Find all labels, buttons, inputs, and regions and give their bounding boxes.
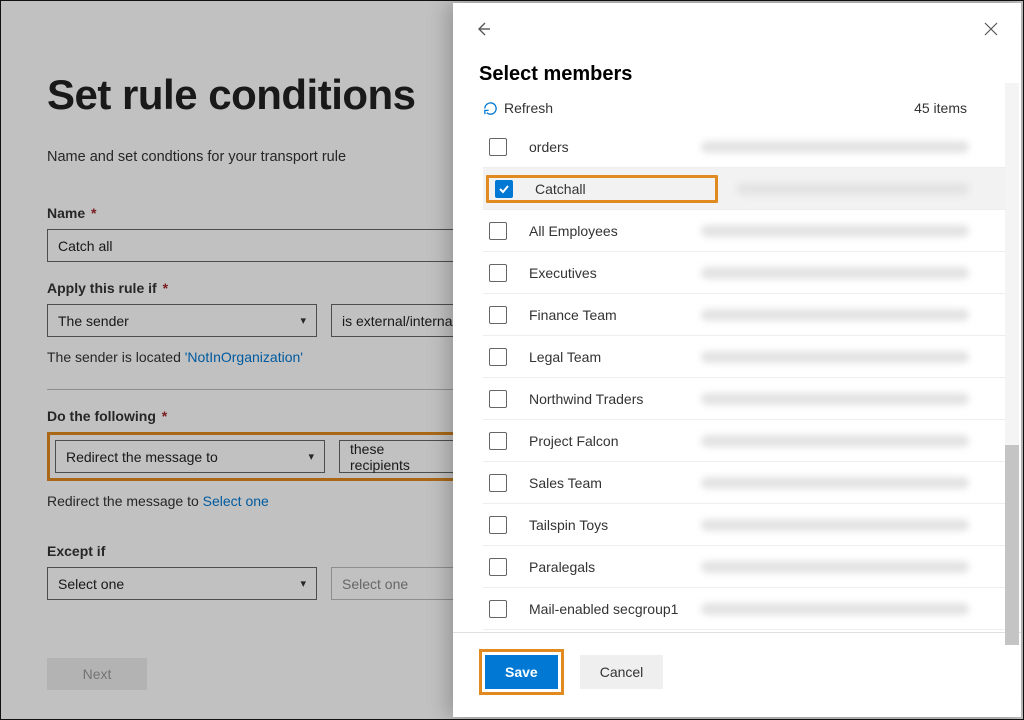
divider bbox=[47, 389, 457, 390]
except-subject-dropdown[interactable]: Select one▾ bbox=[47, 567, 317, 600]
checkbox[interactable] bbox=[489, 390, 507, 408]
member-row[interactable]: All Employees bbox=[483, 210, 1007, 252]
member-address-redacted bbox=[701, 519, 969, 531]
member-row[interactable]: Project Falcon bbox=[483, 420, 1007, 462]
checkbox[interactable] bbox=[489, 516, 507, 534]
refresh-icon bbox=[483, 101, 498, 116]
refresh-button[interactable]: Refresh bbox=[483, 100, 553, 116]
member-name: Paralegals bbox=[529, 559, 679, 575]
select-members-panel: Select members Refresh 45 items orders Ca… bbox=[453, 3, 1021, 717]
member-row[interactable]: Northwind Traders bbox=[483, 378, 1007, 420]
checkbox[interactable] bbox=[489, 222, 507, 240]
save-highlight: Save bbox=[479, 649, 564, 695]
member-address-redacted bbox=[701, 477, 969, 489]
member-address-redacted bbox=[701, 393, 969, 405]
chevron-down-icon: ▾ bbox=[308, 450, 314, 463]
member-name: orders bbox=[529, 139, 679, 155]
do-following-highlight: Redirect the message to▾ these recipient… bbox=[47, 432, 467, 481]
action-dropdown[interactable]: Redirect the message to▾ bbox=[55, 440, 325, 473]
member-address-redacted bbox=[701, 225, 969, 237]
apply-hint-value[interactable]: 'NotInOrganization' bbox=[185, 349, 303, 365]
member-address-redacted bbox=[701, 309, 969, 321]
checkbox[interactable] bbox=[489, 432, 507, 450]
checkbox[interactable] bbox=[489, 600, 507, 618]
member-row[interactable]: orders bbox=[483, 126, 1007, 168]
member-row[interactable]: Tailspin Toys bbox=[483, 504, 1007, 546]
selected-highlight: Catchall bbox=[486, 175, 718, 203]
checkbox[interactable] bbox=[495, 180, 513, 198]
action-target-dropdown[interactable]: these recipients bbox=[339, 440, 459, 473]
checkbox[interactable] bbox=[489, 558, 507, 576]
member-name: Northwind Traders bbox=[529, 391, 679, 407]
chevron-down-icon: ▾ bbox=[300, 314, 306, 327]
member-name: Project Falcon bbox=[529, 433, 679, 449]
member-address-redacted bbox=[701, 435, 969, 447]
member-row[interactable]: Catchall bbox=[483, 168, 1007, 210]
member-name: Finance Team bbox=[529, 307, 679, 323]
member-name: Sales Team bbox=[529, 475, 679, 491]
cancel-button[interactable]: Cancel bbox=[580, 655, 664, 689]
apply-condition-subject[interactable]: The sender▾ bbox=[47, 304, 317, 337]
member-address-redacted bbox=[701, 267, 969, 279]
member-list: orders Catchall All Employees Executives Fin… bbox=[453, 126, 1021, 632]
item-count: 45 items bbox=[914, 100, 967, 116]
scrollbar-thumb[interactable] bbox=[1005, 445, 1019, 645]
checkbox[interactable] bbox=[489, 474, 507, 492]
scrollbar[interactable] bbox=[1005, 83, 1019, 645]
select-one-link[interactable]: Select one bbox=[203, 493, 269, 509]
member-row[interactable]: Legal Team bbox=[483, 336, 1007, 378]
rule-name-input[interactable] bbox=[47, 229, 457, 262]
member-row[interactable]: Sales Team bbox=[483, 462, 1007, 504]
member-name: Catchall bbox=[535, 181, 685, 197]
close-icon[interactable] bbox=[979, 17, 1003, 41]
chevron-down-icon: ▾ bbox=[300, 577, 306, 590]
member-address-redacted bbox=[701, 141, 969, 153]
checkbox[interactable] bbox=[489, 348, 507, 366]
save-button[interactable]: Save bbox=[485, 655, 558, 689]
member-address-redacted bbox=[701, 561, 969, 573]
back-icon[interactable] bbox=[471, 17, 495, 41]
member-name: Tailspin Toys bbox=[529, 517, 679, 533]
checkbox[interactable] bbox=[489, 306, 507, 324]
member-row[interactable]: Paralegals bbox=[483, 546, 1007, 588]
member-row[interactable]: Finance Team bbox=[483, 294, 1007, 336]
member-name: Legal Team bbox=[529, 349, 679, 365]
member-address-redacted bbox=[701, 351, 969, 363]
member-address-redacted bbox=[701, 603, 969, 615]
checkbox[interactable] bbox=[489, 138, 507, 156]
member-name: Mail-enabled secgroup1 bbox=[529, 601, 679, 617]
member-address-redacted bbox=[737, 183, 969, 195]
member-name: Executives bbox=[529, 265, 679, 281]
member-name: All Employees bbox=[529, 223, 679, 239]
member-row[interactable]: Executives bbox=[483, 252, 1007, 294]
panel-title: Select members bbox=[479, 63, 1021, 86]
next-button[interactable]: Next bbox=[47, 658, 147, 690]
checkbox[interactable] bbox=[489, 264, 507, 282]
member-row[interactable]: Mail-enabled secgroup1 bbox=[483, 588, 1007, 630]
